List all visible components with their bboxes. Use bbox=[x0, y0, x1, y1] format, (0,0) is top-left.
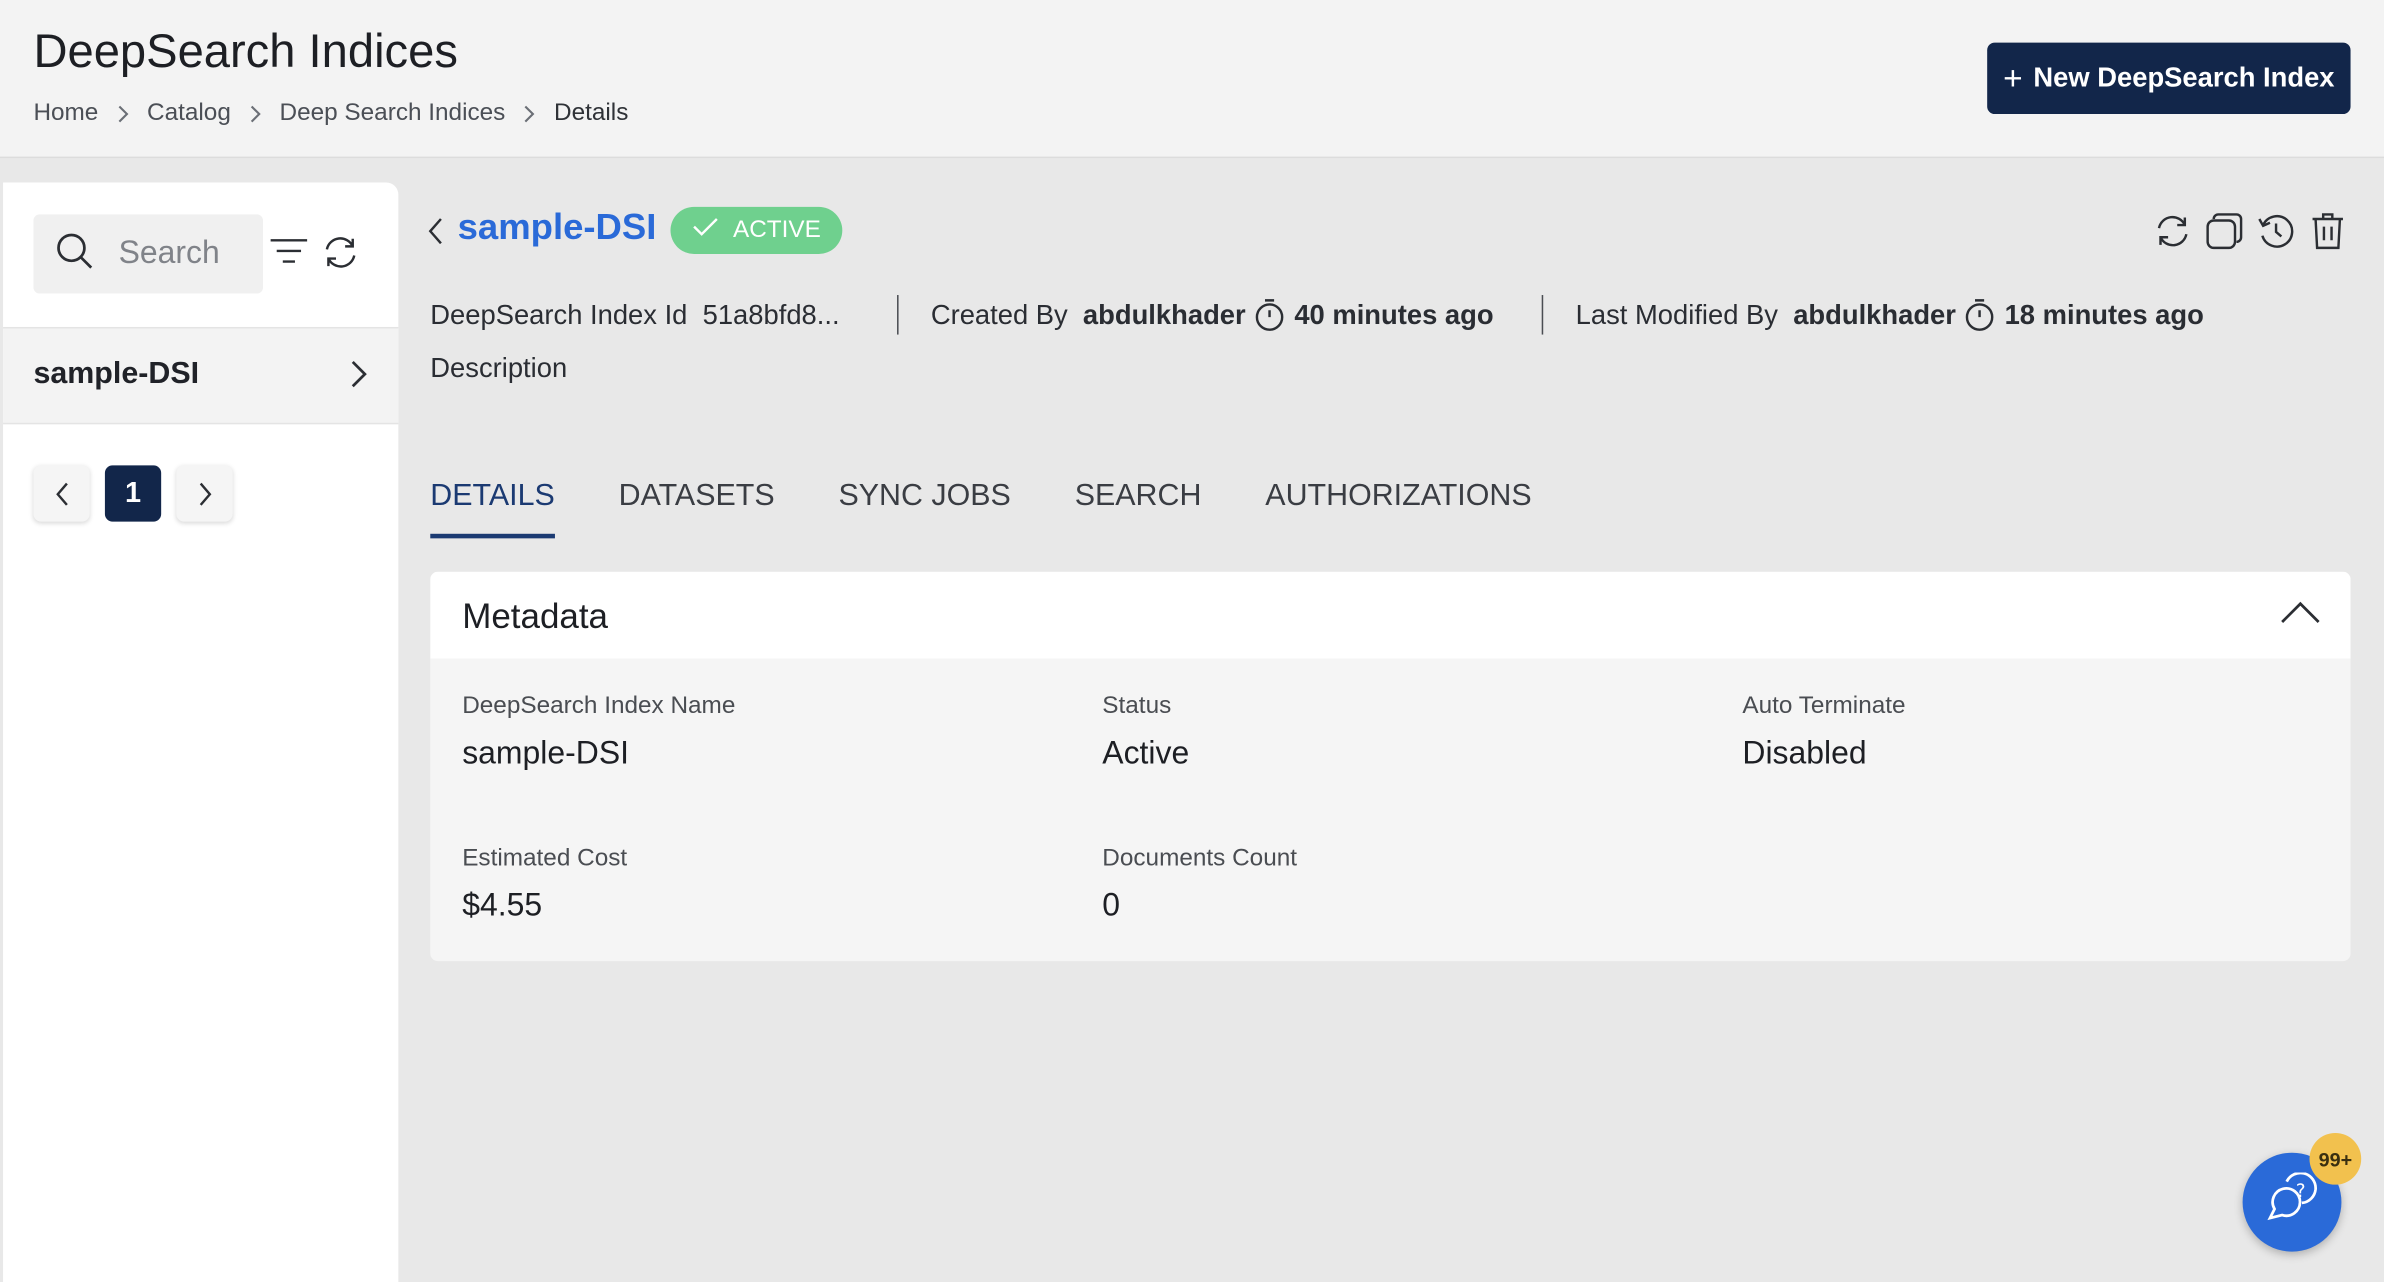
field-estimated-cost: Estimated Cost $4.55 bbox=[462, 846, 627, 925]
plus-icon: + bbox=[2003, 58, 2023, 97]
back-chevron-icon[interactable] bbox=[426, 216, 444, 254]
status-badge: ACTIVE bbox=[670, 206, 843, 254]
field-value: sample-DSI bbox=[462, 736, 629, 772]
pagination: 1 bbox=[33, 465, 247, 522]
timer-icon bbox=[1255, 298, 1285, 331]
modified-by-label: Last Modified By bbox=[1575, 298, 1779, 330]
list-item[interactable]: sample-DSI bbox=[3, 326, 399, 425]
field-label: Status bbox=[1102, 693, 1172, 720]
breadcrumb-catalog[interactable]: Catalog bbox=[147, 100, 231, 127]
breadcrumb: Home Catalog Deep Search Indices Details bbox=[33, 100, 628, 127]
detail-meta-row: DeepSearch Index Id 51a8bfd8... Created … bbox=[430, 294, 2204, 337]
modified-time: 18 minutes ago bbox=[2004, 298, 2204, 330]
detail-title: sample-DSI bbox=[457, 206, 657, 248]
breadcrumb-deep-search-indices[interactable]: Deep Search Indices bbox=[280, 100, 506, 127]
notification-badge: 99+ bbox=[2309, 1132, 2362, 1185]
top-header: DeepSearch Indices Home Catalog Deep Sea… bbox=[0, 0, 2384, 159]
chevron-right-icon bbox=[249, 105, 261, 123]
page-number-button[interactable]: 1 bbox=[104, 465, 162, 522]
field-value: 0 bbox=[1102, 888, 1121, 924]
chat-help-icon: ? bbox=[2265, 1171, 2320, 1232]
sidebar: Search sample-DSI 1 bbox=[3, 182, 399, 1282]
svg-text:?: ? bbox=[2295, 1181, 2305, 1202]
metadata-title: Metadata bbox=[462, 596, 609, 636]
chevron-right-icon bbox=[350, 359, 368, 397]
index-id-value: 51a8bfd8... bbox=[702, 298, 840, 330]
next-page-button[interactable] bbox=[176, 465, 233, 522]
field-index-name: DeepSearch Index Name sample-DSI bbox=[462, 693, 735, 772]
metadata-card-header[interactable]: Metadata bbox=[430, 571, 2351, 659]
chevron-right-icon bbox=[524, 105, 536, 123]
search-placeholder: Search bbox=[118, 235, 220, 271]
chevron-right-icon bbox=[117, 105, 129, 123]
field-auto-terminate: Auto Terminate Disabled bbox=[1742, 693, 1905, 772]
check-icon bbox=[692, 216, 733, 245]
new-deepsearch-index-button[interactable]: + New DeepSearch Index bbox=[1987, 42, 2351, 115]
search-input[interactable]: Search bbox=[33, 214, 264, 294]
search-icon bbox=[55, 230, 95, 277]
refresh-icon[interactable] bbox=[321, 234, 361, 278]
field-value: Disabled bbox=[1742, 736, 1867, 772]
prev-page-button[interactable] bbox=[33, 465, 90, 522]
trash-icon[interactable] bbox=[2302, 208, 2354, 254]
metadata-card: Metadata DeepSearch Index Name sample-DS… bbox=[430, 571, 2351, 962]
detail-toolbar bbox=[2147, 208, 2354, 254]
page-title: DeepSearch Indices bbox=[33, 24, 458, 78]
created-by-label: Created By bbox=[930, 298, 1068, 330]
history-icon[interactable] bbox=[2250, 208, 2302, 254]
divider bbox=[897, 295, 899, 335]
field-label: Documents Count bbox=[1102, 845, 1298, 872]
description-label: Description bbox=[430, 352, 568, 384]
tab-details[interactable]: DETAILS bbox=[430, 474, 555, 539]
chevron-up-icon[interactable] bbox=[2279, 599, 2322, 634]
field-label: Auto Terminate bbox=[1742, 693, 1906, 720]
breadcrumb-home[interactable]: Home bbox=[33, 100, 98, 127]
breadcrumb-details: Details bbox=[553, 100, 629, 127]
new-button-label: New DeepSearch Index bbox=[2033, 62, 2335, 93]
divider bbox=[1542, 295, 1544, 335]
created-time: 40 minutes ago bbox=[1294, 298, 1494, 330]
tab-sync-jobs[interactable]: SYNC JOBS bbox=[838, 474, 1010, 538]
list-item-label: sample-DSI bbox=[33, 357, 200, 391]
filter-icon[interactable] bbox=[269, 237, 309, 272]
field-documents-count: Documents Count 0 bbox=[1102, 846, 1297, 925]
field-label: DeepSearch Index Name bbox=[462, 693, 736, 720]
tab-bar: DETAILS DATASETS SYNC JOBS SEARCH AUTHOR… bbox=[430, 474, 1595, 539]
modified-by-user: abdulkhader bbox=[1793, 298, 1956, 330]
timer-icon bbox=[1965, 298, 1995, 331]
field-status: Status Active bbox=[1102, 693, 1189, 772]
created-by-user: abdulkhader bbox=[1082, 298, 1246, 330]
index-id-label: DeepSearch Index Id bbox=[430, 298, 688, 330]
refresh-icon[interactable] bbox=[2147, 208, 2199, 254]
copy-icon[interactable] bbox=[2199, 208, 2251, 254]
status-badge-label: ACTIVE bbox=[732, 216, 821, 243]
tab-authorizations[interactable]: AUTHORIZATIONS bbox=[1265, 474, 1531, 538]
field-label: Estimated Cost bbox=[462, 845, 628, 872]
tab-datasets[interactable]: DATASETS bbox=[619, 474, 775, 538]
field-value: $4.55 bbox=[462, 888, 543, 924]
tab-search[interactable]: SEARCH bbox=[1075, 474, 1202, 538]
field-value: Active bbox=[1102, 736, 1190, 772]
